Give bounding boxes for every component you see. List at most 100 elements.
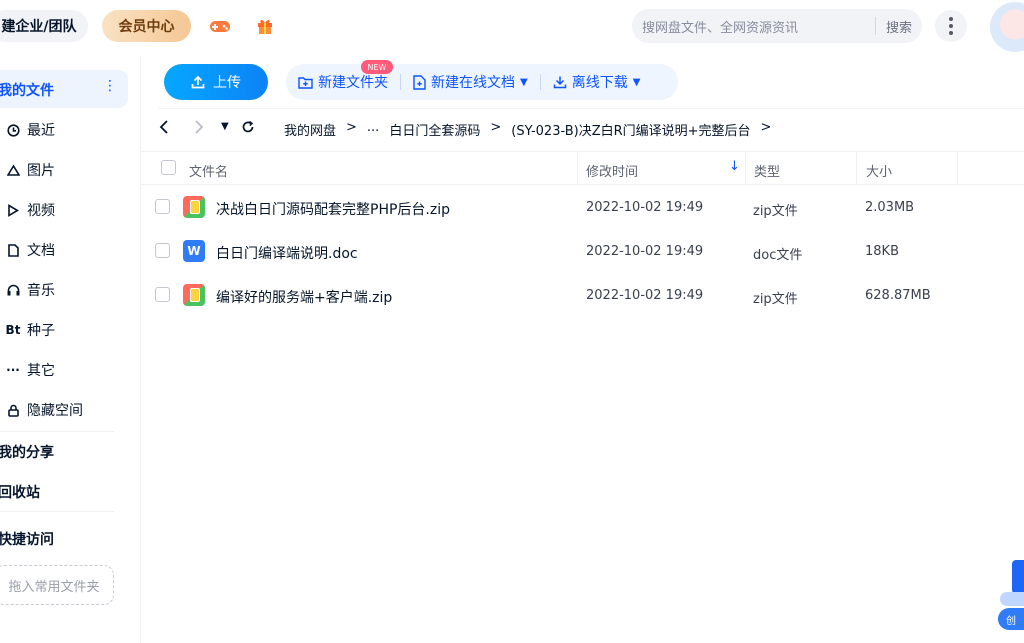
column-divider — [856, 152, 857, 185]
document-icon — [0, 243, 26, 257]
table-row[interactable]: 决战白日门源码配套完整PHP后台.zip 2022-10-02 19:49 zi… — [141, 185, 1024, 229]
sidebar-item-label: 隐藏空间 — [27, 403, 83, 419]
image-icon — [0, 164, 26, 176]
divider — [159, 108, 1024, 109]
column-modified[interactable]: 修改时间 — [586, 161, 638, 180]
column-divider — [577, 152, 578, 185]
file-type: doc文件 — [753, 248, 803, 263]
file-name[interactable]: 决战白日门源码配套完整PHP后台.zip — [216, 199, 450, 219]
file-modified: 2022-10-02 19:49 — [586, 288, 704, 303]
sort-desc-icon[interactable]: ↓ — [729, 159, 740, 174]
column-divider — [745, 152, 746, 185]
back-icon[interactable] — [159, 120, 169, 138]
breadcrumb-separator: > — [346, 120, 357, 135]
breadcrumb-level-1[interactable]: 白日门全套源码 — [389, 120, 480, 139]
sidebar-item-label: 种子 — [27, 323, 55, 339]
offline-download-label: 离线下载 — [571, 75, 628, 91]
breadcrumb-root[interactable]: 我的网盘 — [284, 120, 336, 139]
sidebar: 我的文件 ⋮ 最近 图片 视频 文档 音乐 Bt 种子 ··· 其它 隐藏空间 … — [0, 56, 141, 643]
upload-icon — [191, 75, 205, 89]
toolbar-actions: 新建文件夹 新建在线文档 ▼ 离线下载 ▼ — [286, 64, 678, 100]
offline-download-button[interactable]: 离线下载 ▼ — [541, 64, 653, 100]
file-type: zip文件 — [753, 292, 798, 307]
forward-icon[interactable] — [194, 120, 204, 138]
column-divider — [957, 152, 958, 185]
row-checkbox[interactable] — [155, 243, 170, 258]
sidebar-item-recycle-bin[interactable]: 回收站 — [0, 482, 40, 502]
column-type[interactable]: 类型 — [754, 161, 780, 180]
assistant-widget[interactable]: 创 — [998, 556, 1024, 636]
file-size: 18KB — [865, 244, 899, 259]
assistant-tag: 创 — [998, 608, 1024, 630]
vip-center-button[interactable]: 会员中心 — [102, 10, 191, 42]
toolbar: 上传 新建文件夹 新建在线文档 ▼ 离线下载 ▼ — [141, 56, 1024, 108]
table-row[interactable]: W 白日门编译端说明.doc 2022-10-02 19:49 doc文件 18… — [141, 229, 1024, 273]
assistant-icon — [1012, 560, 1024, 594]
new-online-doc-button[interactable]: 新建在线文档 ▼ — [401, 64, 540, 100]
quick-access-drop-zone[interactable]: 拖入常用文件夹 — [0, 565, 114, 605]
doc-icon: W — [183, 240, 205, 262]
sidebar-item-hidden-space[interactable]: 隐藏空间 — [0, 390, 83, 430]
navigation-bar: ▼ 我的网盘 > ... 白日门全套源码 > (SY-023-B)决Z白R门编译… — [141, 108, 1024, 148]
new-doc-icon — [413, 74, 426, 90]
file-size: 2.03MB — [865, 200, 915, 215]
clock-icon — [0, 123, 26, 137]
refresh-icon[interactable] — [241, 120, 255, 138]
breadcrumb-ellipsis[interactable]: ... — [367, 120, 379, 139]
history-dropdown-icon[interactable]: ▼ — [221, 121, 229, 132]
avatar[interactable] — [990, 2, 1024, 52]
table-row[interactable]: 编译好的服务端+客户端.zip 2022-10-02 19:49 zip文件 6… — [141, 273, 1024, 317]
column-size[interactable]: 大小 — [866, 161, 892, 180]
file-type: zip文件 — [753, 204, 798, 219]
column-name[interactable]: 文件名 — [189, 161, 228, 180]
gift-icon[interactable] — [249, 10, 281, 42]
new-online-doc-label: 新建在线文档 — [431, 75, 515, 91]
sidebar-item-recent[interactable]: 最近 — [0, 110, 55, 150]
sidebar-item-torrents[interactable]: Bt 种子 — [0, 310, 55, 350]
breadcrumb: 我的网盘 > ... 白日门全套源码 > (SY-023-B)决Z白R门编译说明… — [284, 120, 771, 139]
chevron-down-icon: ▼ — [520, 76, 528, 88]
sidebar-item-label: 音乐 — [27, 283, 55, 299]
more-dots-icon: ··· — [6, 363, 20, 377]
sidebar-item-my-share[interactable]: 我的分享 — [0, 442, 54, 462]
search-input[interactable]: 搜网盘文件、全网资源资讯 — [632, 17, 875, 36]
new-folder-label: 新建文件夹 — [318, 75, 388, 91]
file-modified: 2022-10-02 19:49 — [586, 244, 704, 259]
more-icon[interactable] — [935, 10, 967, 42]
sidebar-item-documents[interactable]: 文档 — [0, 230, 55, 270]
sidebar-item-others[interactable]: ··· 其它 — [0, 350, 55, 390]
create-team-button[interactable]: 建企业/团队 — [0, 10, 88, 42]
row-checkbox[interactable] — [155, 199, 170, 214]
sidebar-item-label: 我的文件 — [0, 83, 54, 99]
new-badge: NEW — [361, 60, 393, 74]
search-button[interactable]: 搜索 — [876, 17, 922, 36]
top-bar: 建企业/团队 会员中心 搜网盘文件、全网资源资讯 搜索 — [0, 0, 1024, 56]
breadcrumb-separator: > — [490, 120, 502, 135]
breadcrumb-separator: > — [760, 120, 772, 135]
lock-icon — [0, 404, 26, 417]
sidebar-item-label: 最近 — [27, 123, 55, 139]
file-name[interactable]: 白日门编译端说明.doc — [216, 243, 358, 263]
sidebar-item-music[interactable]: 音乐 — [0, 270, 55, 310]
file-name[interactable]: 编译好的服务端+客户端.zip — [216, 287, 392, 307]
file-table: 文件名 修改时间 ↓ 类型 大小 决战白日门源码配套完整PHP后台.zip 20… — [141, 151, 1024, 317]
sidebar-item-images[interactable]: 图片 — [0, 150, 55, 190]
row-checkbox[interactable] — [155, 287, 170, 302]
sidebar-item-videos[interactable]: 视频 — [0, 190, 55, 230]
download-icon — [553, 76, 566, 89]
sidebar-item-my-files[interactable]: 我的文件 ⋮ — [0, 70, 128, 108]
zip-icon — [183, 284, 205, 306]
sidebar-item-label: 其它 — [27, 363, 55, 379]
music-icon — [0, 284, 26, 296]
drop-hint-text: 拖入常用文件夹 — [8, 579, 100, 595]
game-icon[interactable] — [204, 10, 236, 42]
breadcrumb-current[interactable]: (SY-023-B)决Z白R门编译说明+完整后台 — [511, 120, 750, 139]
kebab-icon[interactable]: ⋮ — [103, 78, 117, 94]
select-all-checkbox[interactable] — [161, 160, 176, 175]
file-modified: 2022-10-02 19:49 — [586, 200, 704, 215]
search-bar[interactable]: 搜网盘文件、全网资源资讯 搜索 — [632, 9, 922, 43]
upload-button[interactable]: 上传 — [164, 64, 268, 100]
zip-icon — [183, 196, 205, 218]
chevron-down-icon: ▼ — [632, 76, 641, 88]
upload-label: 上传 — [213, 75, 241, 91]
